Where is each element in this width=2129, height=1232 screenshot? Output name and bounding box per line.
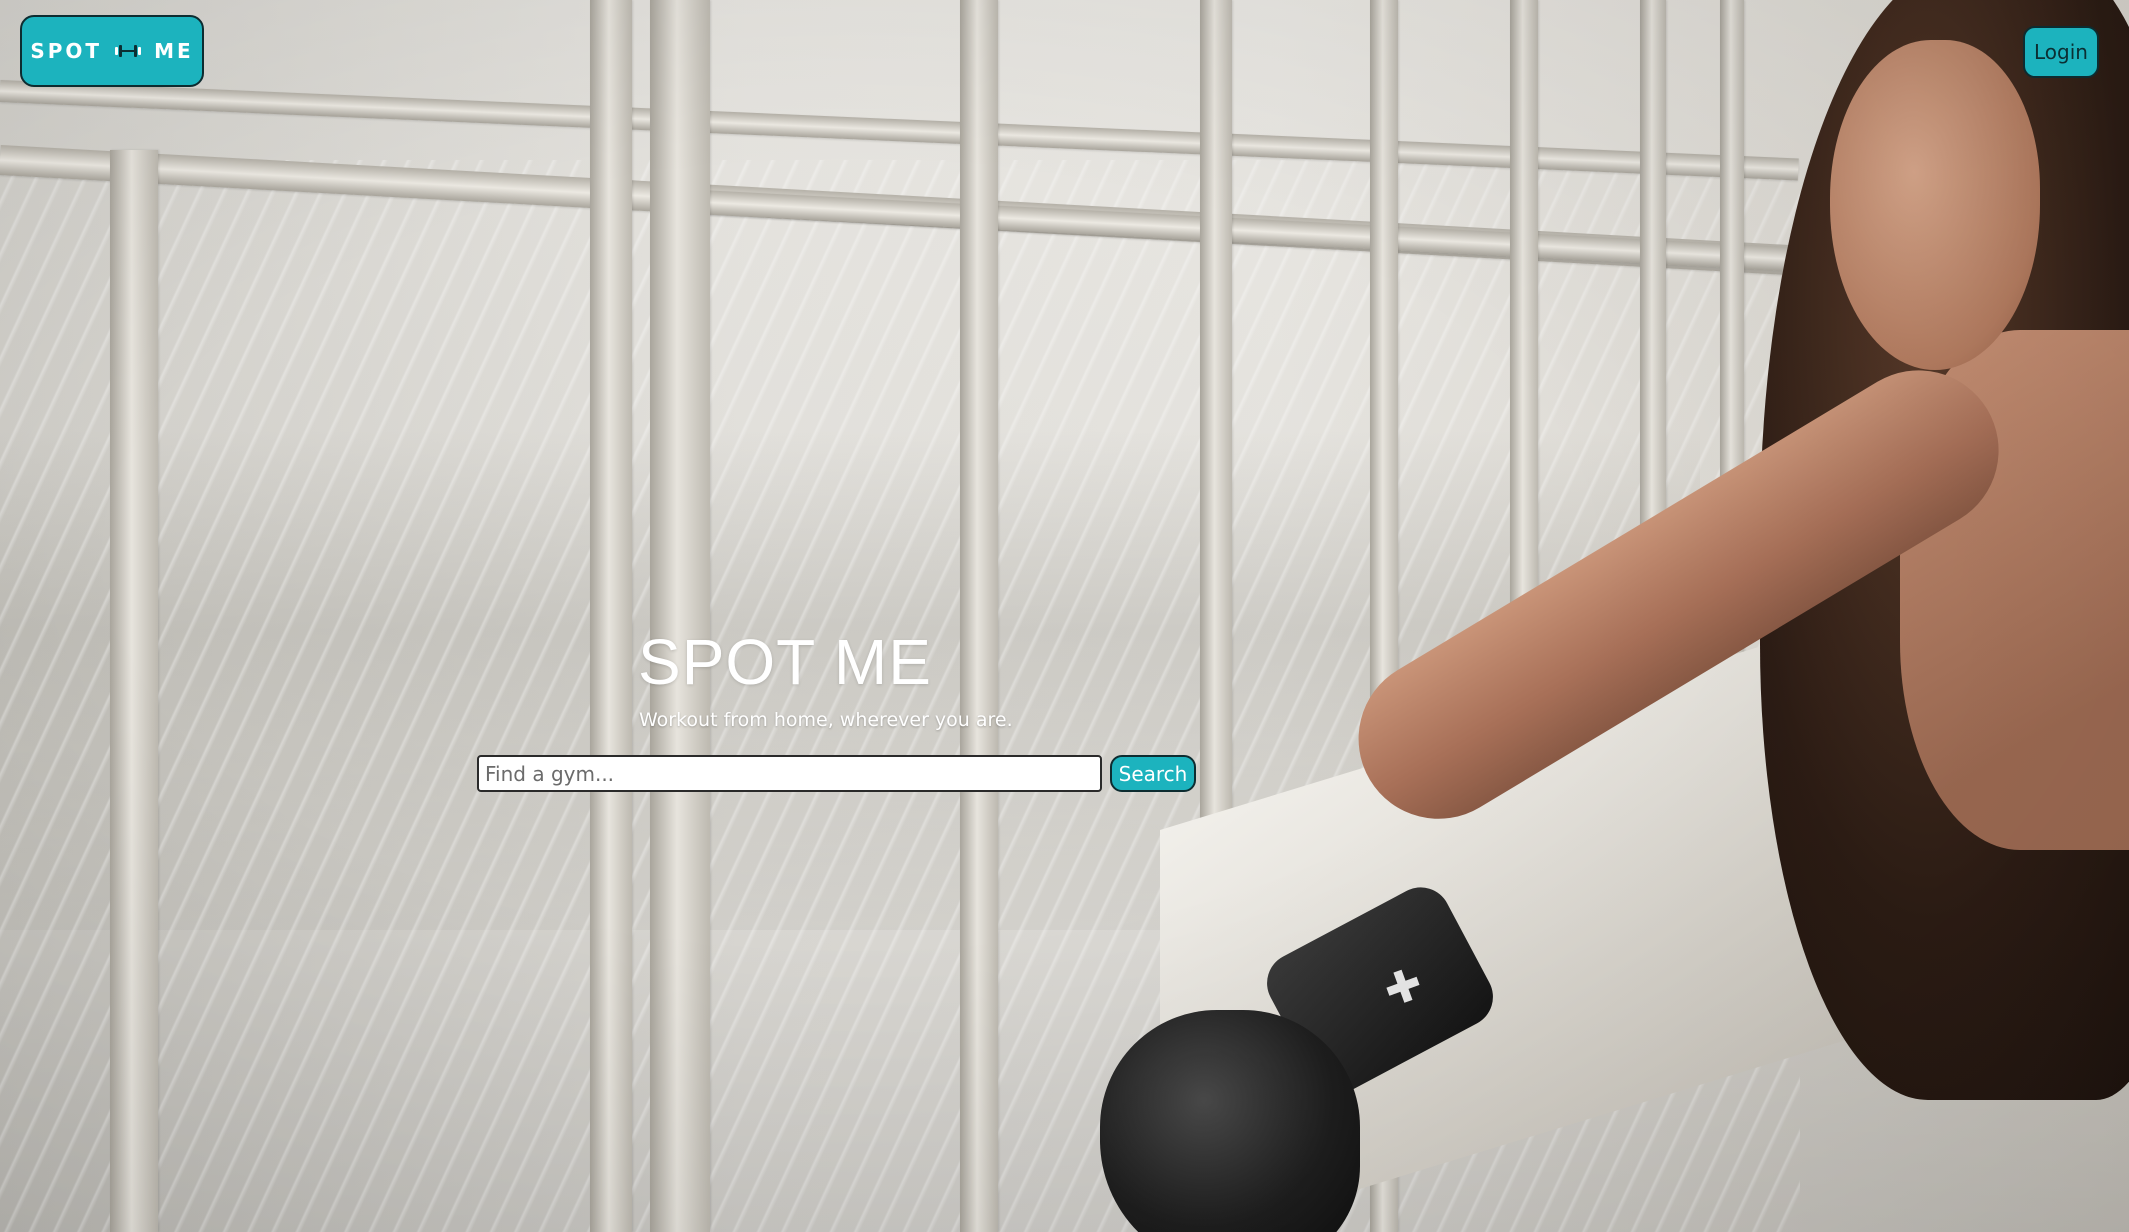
hero-subtitle: Workout from home, wherever you are. xyxy=(639,709,1013,731)
hero-title: SPOT ME xyxy=(638,626,932,698)
search-button[interactable]: Search xyxy=(1110,755,1196,792)
hero-section: SPOT ME Workout from home, wherever you … xyxy=(0,0,2129,1232)
gym-search-form: Search xyxy=(477,755,1196,792)
gym-search-input[interactable] xyxy=(477,755,1102,792)
